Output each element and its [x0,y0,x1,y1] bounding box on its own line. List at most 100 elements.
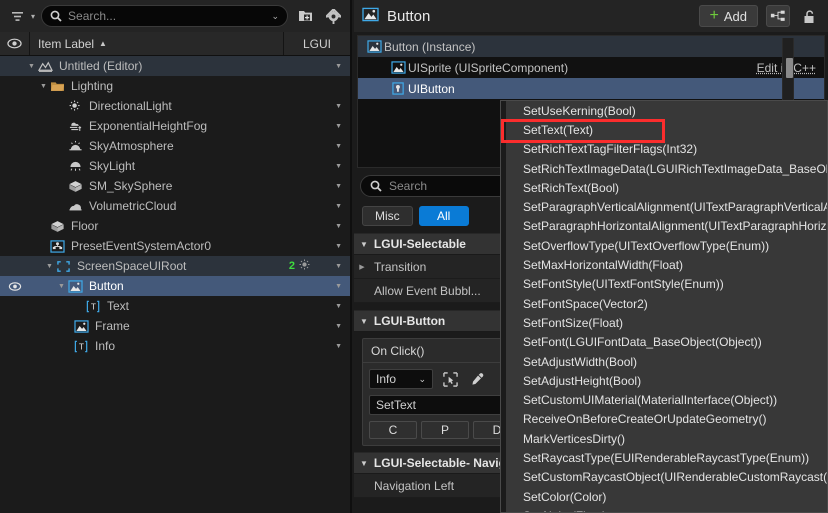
menu-item-setfontstyle-uitextfontstyle-enum[interactable]: SetFontStyle(UITextFontStyle(Enum)) [501,275,827,294]
component-row-uisprite[interactable]: UISprite (UISpriteComponent)Edit in C++ [358,57,824,78]
menu-item-setrichtexttagfilterflags-int32[interactable]: SetRichTextTagFilterFlags(Int32) [501,140,827,159]
component-label: Button (Instance) [384,39,476,54]
row-chevron-down-icon[interactable]: ▼ [335,163,342,170]
outliner-row-skyatmosphere[interactable]: SkyAtmosphere ▼ [0,136,350,156]
lgui-column-header[interactable]: LGUI [284,32,350,55]
component-label: UISprite (UISpriteComponent) [408,60,569,75]
menu-item-setparagraphverticalalignment-uitextparagraphverticalalig[interactable]: SetParagraphVerticalAlignment(UITextPara… [501,197,827,216]
row-chevron-down-icon[interactable]: ▼ [335,263,342,270]
sun-icon [297,258,312,274]
row-chevron-down-icon[interactable]: ▼ [335,103,342,110]
gear-icon[interactable] [322,5,344,27]
add-button-label: Add [723,8,747,24]
new-folder-icon[interactable] [294,5,316,27]
menu-item-setadjustheight-bool[interactable]: SetAdjustHeight(Bool) [501,371,827,390]
svg-text:T: T [91,301,96,311]
outliner-row-skylight[interactable]: SkyLight ▼ [0,156,350,176]
outliner-row-info[interactable]: T Info ▼ [0,336,350,356]
menu-item-setfont-lguifontdata-baseobject-object[interactable]: SetFont(LGUIFontData_BaseObject(Object)) [501,333,827,352]
menu-item-setrichtext-bool[interactable]: SetRichText(Bool) [501,178,827,197]
menu-item-markverticesdirty[interactable]: MarkVerticesDirty() [501,429,827,448]
menu-item-setoverflowtype-uitextoverflowtype-enum[interactable]: SetOverflowType(UITextOverflowType(Enum)… [501,236,827,255]
blueprint-graph-icon[interactable] [766,5,790,27]
menu-item-setraycasttype-euirenderableraycasttype-enum[interactable]: SetRaycastType(EUIRenderableRaycastType(… [501,448,827,467]
menu-item-setmaxhorizontalwidth-float[interactable]: SetMaxHorizontalWidth(Float) [501,255,827,274]
row-chevron-down-icon[interactable]: ▼ [335,303,342,310]
eyedropper-icon[interactable] [467,369,487,389]
outliner-row-untitled-editor[interactable]: ▼ Untitled (Editor) ▼ [0,56,350,76]
filter-chevron-down-icon[interactable]: ▾ [31,12,35,21]
outliner-row-exponentialheightfog[interactable]: ExponentialHeightFog ▼ [0,116,350,136]
row-chevron-down-icon[interactable]: ▼ [335,223,342,230]
outliner-row-button[interactable]: ▼ Button ▼ [0,276,350,296]
folder-icon [49,79,66,94]
details-scrollbar-thumb[interactable] [786,58,793,78]
outliner-row-text[interactable]: T Text ▼ [0,296,350,316]
cloud-icon [67,199,84,214]
unlock-icon[interactable] [798,5,820,27]
on-click-button-c[interactable]: C [369,421,417,439]
badge-count: 2 [288,260,295,272]
menu-item-settext-text[interactable]: SetText(Text) [501,120,827,139]
event-system-icon [49,239,66,254]
row-chevron-down-icon[interactable]: ▼ [335,63,342,70]
details-title: Button [387,7,431,25]
menu-item-list: SetUseKerning(Bool) SetText(Text) SetRichT… [501,101,827,512]
outliner-row-lighting[interactable]: ▼ Lighting [0,76,350,96]
menu-item-setfontspace-vector2[interactable]: SetFontSpace(Vector2) [501,294,827,313]
row-chevron-down-icon[interactable]: ▼ [335,323,342,330]
filter-chip-misc[interactable]: Misc [362,206,413,226]
row-chevron-down-icon[interactable]: ▼ [335,183,342,190]
filter-icon[interactable] [6,5,28,27]
expand-triangle-down-icon[interactable]: ▼ [44,263,55,270]
on-click-target-select[interactable]: Info ⌄ [369,369,433,389]
row-chevron-down-icon[interactable]: ▼ [335,203,342,210]
item-label-column-header[interactable]: Item Label ▲ [30,32,284,55]
outliner-row-preseteventsystemactor0[interactable]: PresetEventSystemActor0 ▼ [0,236,350,256]
expand-triangle-down-icon[interactable]: ▼ [38,83,49,90]
row-chevron-down-icon[interactable]: ▼ [335,343,342,350]
outliner-row-screenspaceuiroot[interactable]: ▼ ScreenSpaceUIRoot 2 ▼ [0,256,350,276]
outliner-row-volumetriccloud[interactable]: VolumetricCloud ▼ [0,196,350,216]
outliner-row-label: Info [95,339,116,353]
outliner-row-directionallight[interactable]: DirectionalLight ▼ [0,96,350,116]
add-component-button[interactable]: + Add [698,5,758,27]
menu-item-setadjustwidth-bool[interactable]: SetAdjustWidth(Bool) [501,352,827,371]
menu-item-setusekerning-bool[interactable]: SetUseKerning(Bool) [501,101,827,120]
row-chevron-down-icon[interactable]: ▼ [335,143,342,150]
menu-item-setcustomraycastobject-uirenderablecustomraycast-obje[interactable]: SetCustomRaycastObject(UIRenderableCusto… [501,468,827,487]
menu-item-receiveonbeforecreateorupdategeometry[interactable]: ReceiveOnBeforeCreateOrUpdateGeometry() [501,410,827,429]
property-label: Transition [374,259,427,274]
function-context-menu[interactable]: SetUseKerning(Bool) SetText(Text) SetRichT… [500,100,828,513]
search-dropdown-chevron-icon[interactable]: ⌄ [271,11,279,22]
filter-chip-all[interactable]: All [418,206,469,226]
menu-item-setparagraphhorizontalalignment-uitextparagraphhorizonta[interactable]: SetParagraphHorizontalAlignment(UITextPa… [501,217,827,236]
outliner-row-floor[interactable]: Floor ▼ [0,216,350,236]
component-row-button[interactable]: Button (Instance) [358,36,824,57]
chevron-right-icon[interactable]: ▶ [354,263,370,271]
menu-item-setcolor-color[interactable]: SetColor(Color) [501,487,827,506]
eye-icon [7,38,22,49]
row-visibility-eye-icon[interactable] [8,279,22,293]
expand-triangle-down-icon[interactable]: ▼ [26,63,37,70]
pick-actor-icon[interactable] [440,369,460,389]
outliner-row-sm-skysphere[interactable]: SM_SkySphere ▼ [0,176,350,196]
on-click-function-select[interactable]: SetText ⌄ [369,395,521,415]
row-chevron-down-icon[interactable]: ▼ [335,243,342,250]
expand-triangle-down-icon[interactable]: ▼ [56,283,67,290]
menu-item-setrichtextimagedata-lguirichtextimagedata-baseobject[interactable]: SetRichTextImageData(LGUIRichTextImageDa… [501,159,827,178]
ui-text-icon: T [73,339,90,354]
outliner-row-label: Frame [95,319,130,333]
menu-item-setfontsize-float[interactable]: SetFontSize(Float) [501,313,827,332]
row-chevron-down-icon[interactable]: ▼ [335,123,342,130]
ui-text-icon: T [85,299,102,314]
row-chevron-down-icon[interactable]: ▼ [335,283,342,290]
outliner-row-frame[interactable]: Frame ▼ [0,316,350,336]
menu-item-setalpha-float[interactable]: SetAlpha(Float) [501,506,827,512]
on-click-button-p[interactable]: P [421,421,469,439]
component-row-uibutton[interactable]: UIButton [358,78,824,99]
menu-item-setcustomuimaterial-materialinterface-object[interactable]: SetCustomUIMaterial(MaterialInterface(Ob… [501,390,827,409]
outliner-row-label: Button [89,279,124,293]
outliner-search-box[interactable]: Search... ⌄ [41,5,288,27]
visibility-column-header[interactable] [0,32,30,55]
